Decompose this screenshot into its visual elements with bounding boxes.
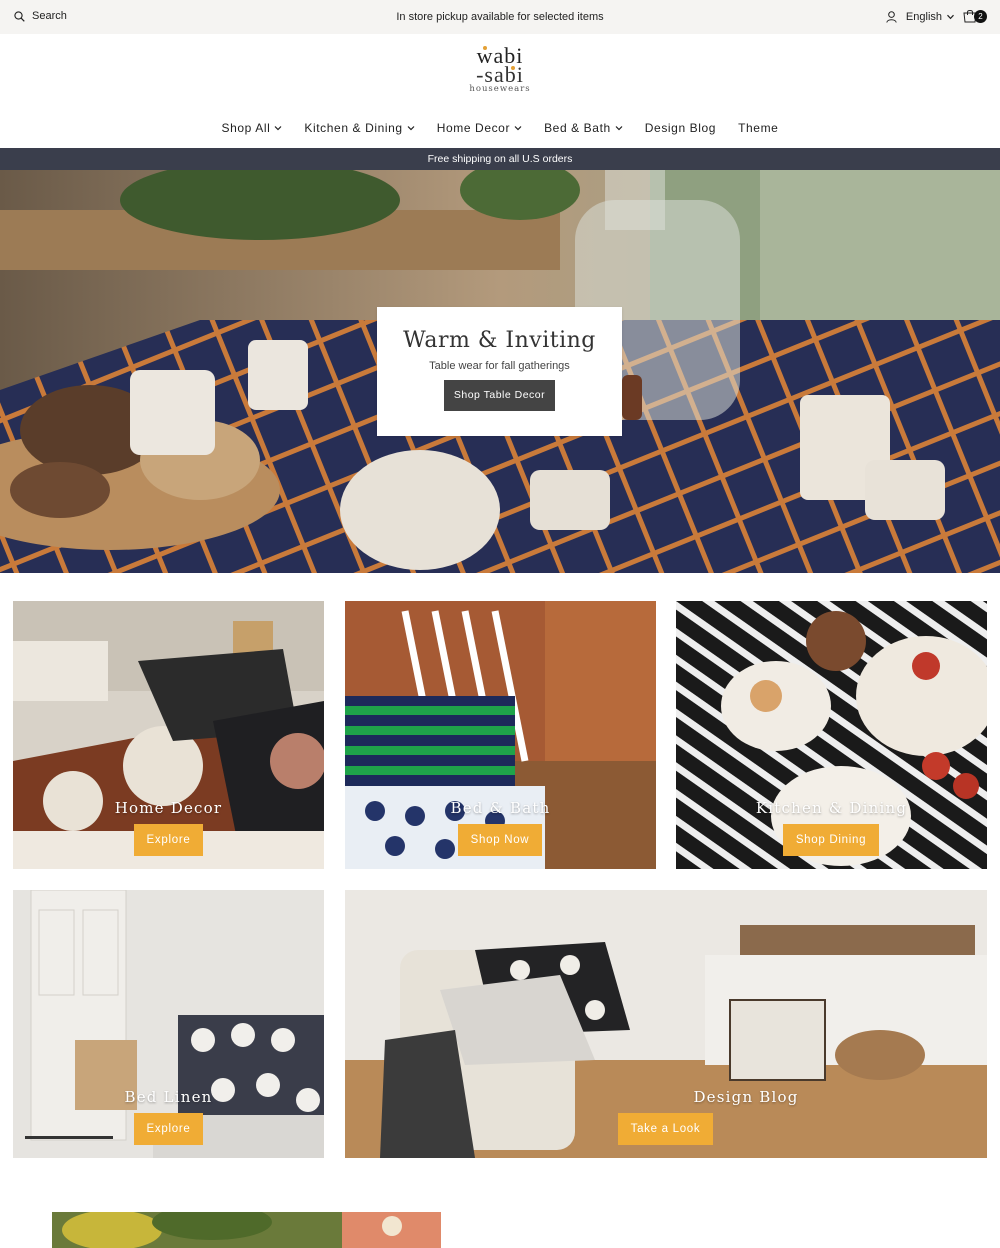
site-logo[interactable]: wabi -sabi housewears: [460, 45, 540, 100]
logo-line-2: -sabi: [476, 62, 524, 87]
logo-accent-dot: [511, 66, 515, 70]
tile-label: Kitchen & Dining: [755, 799, 908, 817]
hero-banner: Warm & Inviting Table wear for fall gath…: [0, 170, 1000, 573]
language-selector[interactable]: English: [906, 11, 954, 23]
tile-design-blog[interactable]: Design Blog Take a Look: [345, 890, 987, 1158]
nav-label: Kitchen & Dining: [304, 121, 403, 135]
nav-label: Bed & Bath: [544, 121, 611, 135]
chevron-down-icon: [407, 126, 415, 131]
logo-accent-dot: [483, 46, 487, 50]
nav-label: Shop All: [221, 121, 271, 135]
nav-label: Design Blog: [644, 121, 717, 135]
tile-bed-bath[interactable]: Bed & Bath Shop Now: [345, 601, 656, 869]
hero-subtitle: Table wear for fall gatherings: [429, 360, 570, 372]
shop-dining-button[interactable]: Shop Dining: [783, 824, 879, 856]
explore-button[interactable]: Explore: [134, 1113, 203, 1145]
chevron-down-icon: [615, 126, 623, 131]
tile-label: Home Decor: [114, 799, 223, 817]
shop-now-button[interactable]: Shop Now: [458, 824, 542, 856]
tile-home-decor[interactable]: Home Decor Explore: [13, 601, 324, 869]
pickup-promo-text: In store pickup available for selected i…: [396, 11, 604, 23]
user-icon[interactable]: [886, 11, 897, 23]
tile-kitchen-dining[interactable]: Kitchen & Dining Shop Dining: [676, 601, 987, 869]
tile-bed-linen[interactable]: Bed Linen Explore: [13, 890, 324, 1158]
nav-label: Theme: [738, 121, 779, 135]
nav-design-blog[interactable]: Design Blog: [645, 118, 716, 138]
nav-label: Home Decor: [436, 121, 511, 135]
language-label: English: [905, 11, 942, 23]
search-label: Search: [32, 10, 67, 22]
tile-label: Bed Linen: [124, 1088, 213, 1106]
featured-image-partial: [52, 1212, 441, 1248]
nav-home-decor[interactable]: Home Decor: [437, 118, 522, 138]
chevron-down-icon: [514, 126, 522, 131]
nav-shop-all[interactable]: Shop All: [222, 118, 283, 138]
tile-label: Design Blog: [693, 1088, 799, 1106]
chevron-down-icon: [947, 14, 954, 20]
shipping-announcement-bar: Free shipping on all U.S orders: [0, 148, 1000, 170]
top-utility-bar: Search In store pickup available for sel…: [0, 0, 1000, 34]
nav-theme[interactable]: Theme: [738, 118, 778, 138]
cart-button[interactable]: 2: [963, 9, 987, 25]
search-icon: [14, 10, 25, 22]
search-link[interactable]: Search: [14, 10, 67, 22]
nav-bed-bath[interactable]: Bed & Bath: [544, 118, 623, 138]
featured-image: [52, 1212, 441, 1248]
cart-count-badge: 2: [974, 10, 987, 23]
hero-title: Warm & Inviting: [403, 328, 596, 353]
logo-line-3: housewears: [469, 84, 531, 94]
take-a-look-button[interactable]: Take a Look: [618, 1113, 713, 1145]
main-nav: Shop All Kitchen & Dining Home Decor Bed…: [0, 118, 1000, 138]
tile-label: Bed & Bath: [450, 799, 551, 817]
explore-button[interactable]: Explore: [134, 824, 203, 856]
shop-table-decor-button[interactable]: Shop Table Decor: [443, 380, 556, 411]
chevron-down-icon: [274, 126, 282, 131]
hero-card: Warm & Inviting Table wear for fall gath…: [377, 307, 622, 436]
nav-kitchen-dining[interactable]: Kitchen & Dining: [304, 118, 415, 138]
